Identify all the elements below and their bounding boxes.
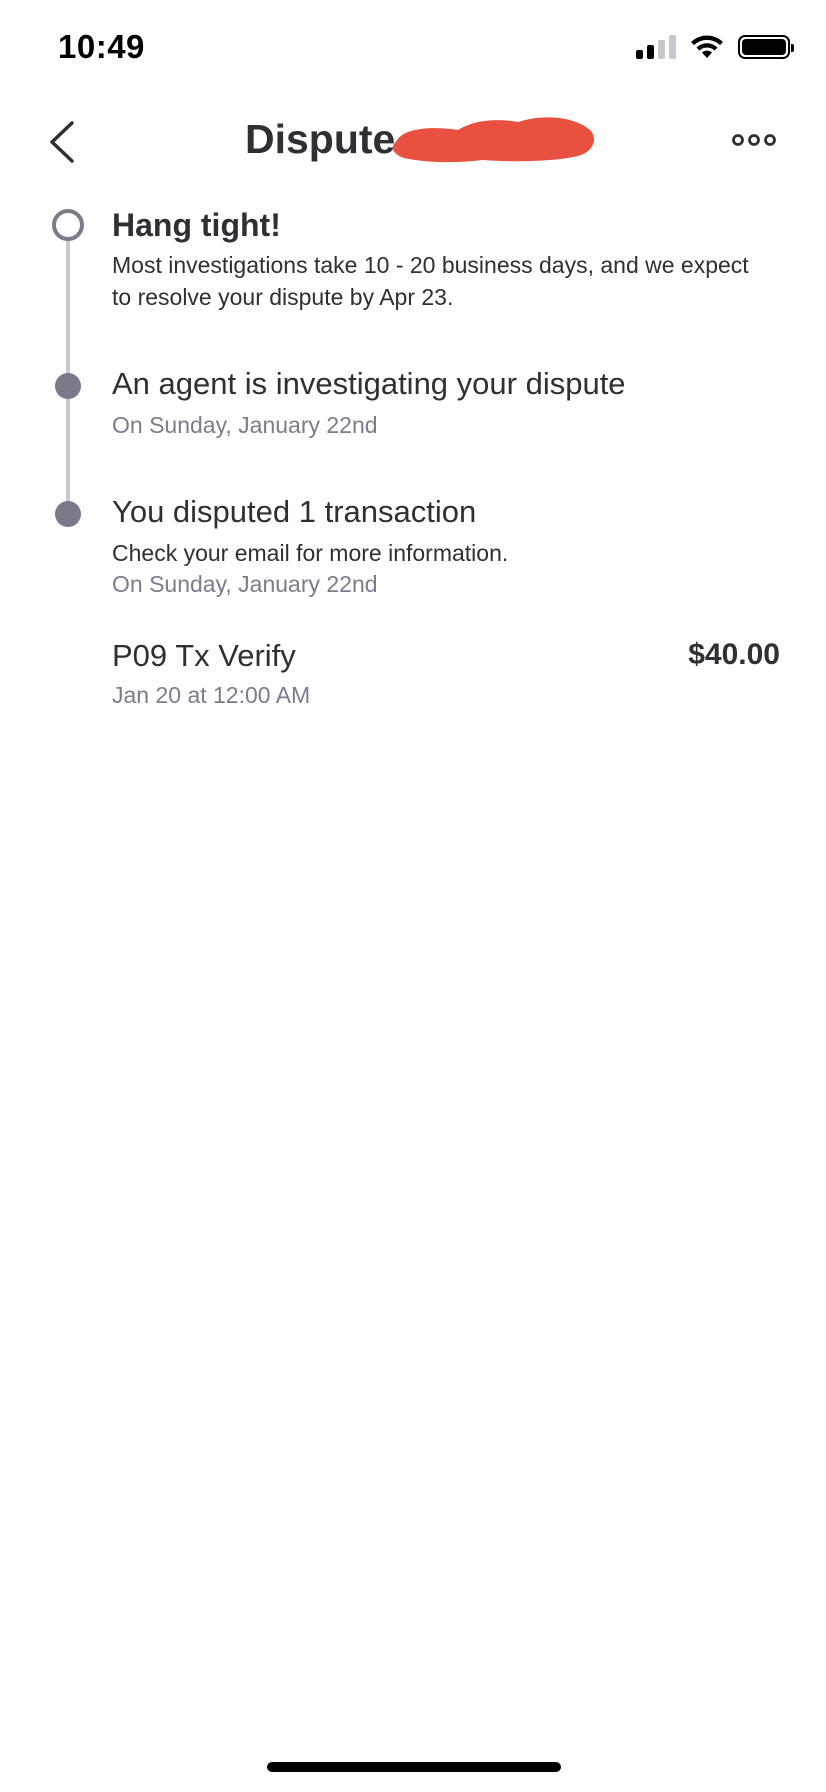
timeline-event-date: On Sunday, January 22nd <box>112 571 378 597</box>
battery-icon <box>738 35 794 59</box>
timeline-connector <box>66 241 70 373</box>
nav-header: Dispute <box>0 100 826 180</box>
status-time: 10:49 <box>58 28 145 65</box>
more-options-button[interactable] <box>732 132 776 148</box>
status-description-line2: to resolve your dispute by Apr 23. <box>112 284 454 310</box>
timeline-event-title: An agent is investigating your dispute <box>112 366 626 401</box>
chevron-left-icon <box>50 121 74 163</box>
timeline-connector <box>66 399 70 501</box>
status-description-line1: Most investigations take 10 - 20 busines… <box>112 252 749 278</box>
timeline-dot <box>55 501 81 527</box>
more-horizontal-icon <box>732 134 776 146</box>
transaction-date: Jan 20 at 12:00 AM <box>112 682 311 708</box>
home-indicator <box>267 1762 561 1772</box>
timeline-event-detail: Check your email for more information. <box>112 540 509 566</box>
page-title: Dispute <box>245 116 396 162</box>
back-button[interactable] <box>44 120 84 164</box>
redaction-mark <box>392 117 594 163</box>
status-heading: Hang tight! <box>112 207 281 243</box>
status-icons <box>636 34 794 60</box>
timeline-event-date: On Sunday, January 22nd <box>112 412 378 438</box>
timeline-dot-current <box>52 209 84 241</box>
timeline-event-title: You disputed 1 transaction <box>112 494 477 529</box>
transaction-amount: $40.00 <box>688 638 780 671</box>
wifi-icon <box>691 35 723 58</box>
transaction-name[interactable]: P09 Tx Verify <box>112 638 296 674</box>
status-bar: 10:49 <box>0 0 826 100</box>
signal-icon <box>636 35 676 59</box>
timeline-dot <box>55 373 81 399</box>
